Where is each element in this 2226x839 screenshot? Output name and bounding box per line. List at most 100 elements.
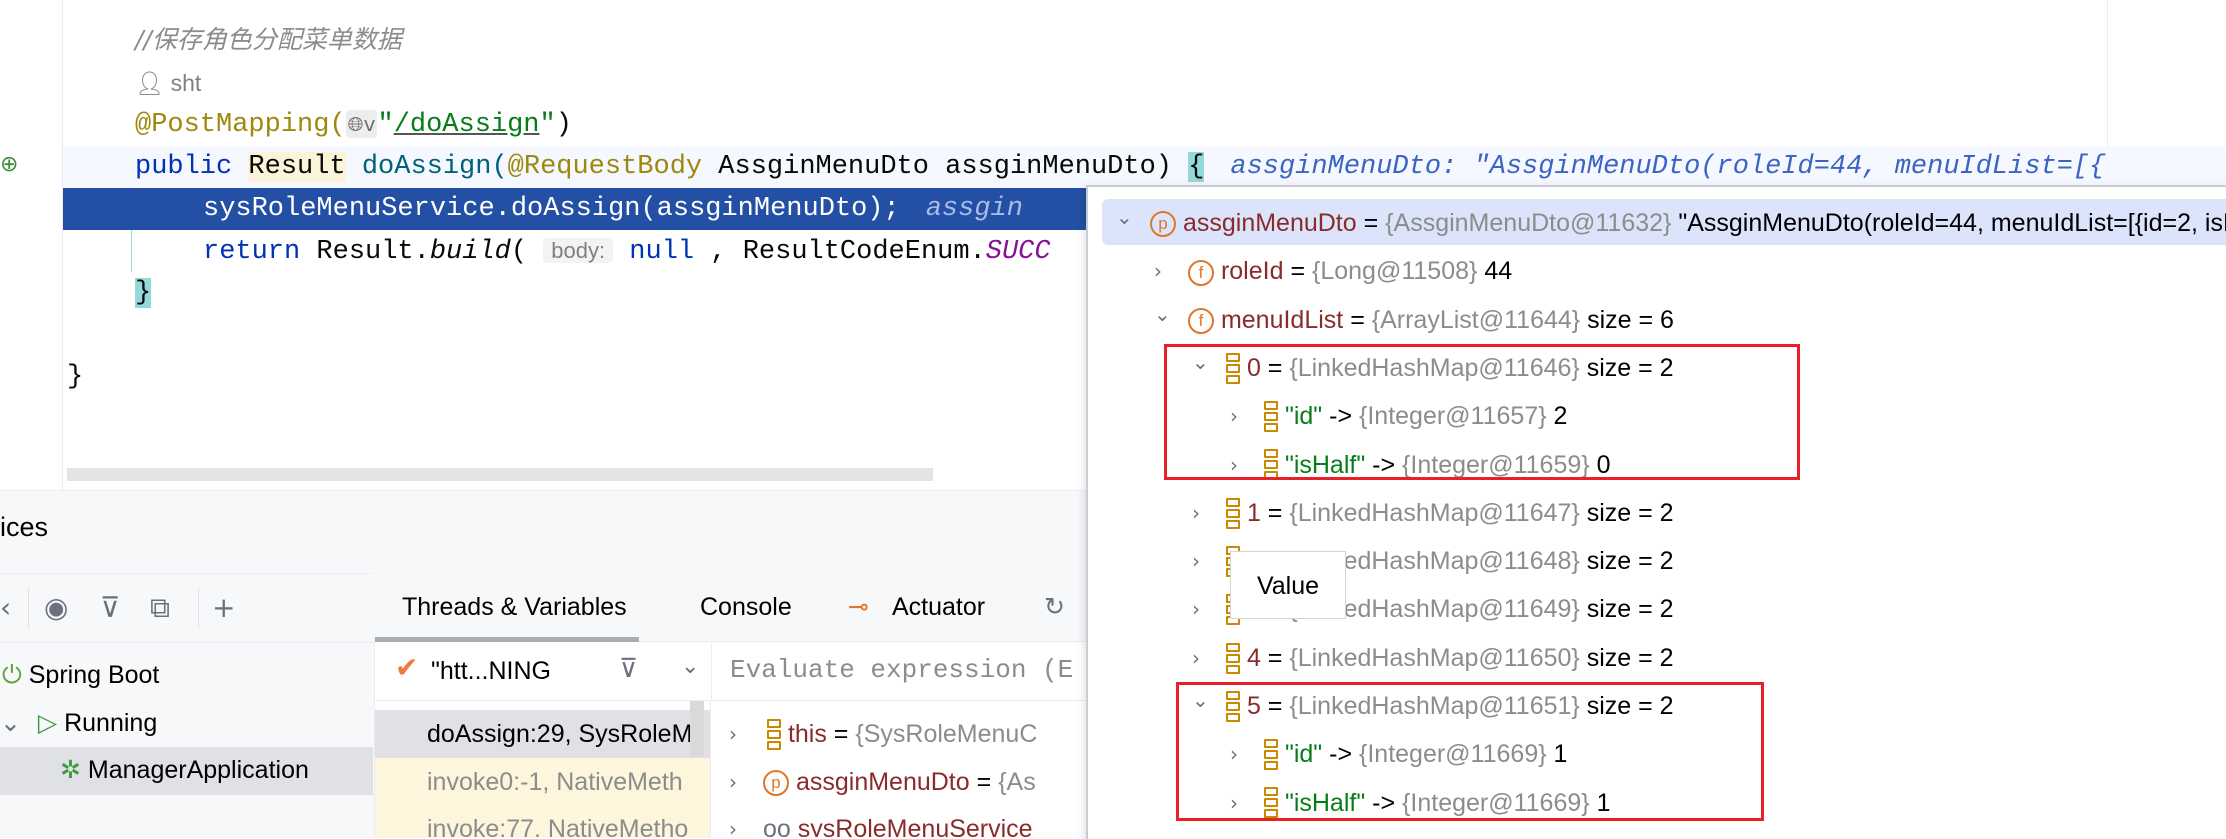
globe-icon[interactable]: 🌐︎v: [345, 109, 378, 138]
method-name: doAssign(: [361, 152, 508, 182]
chevron-down-icon[interactable]: ⌄: [1116, 193, 1133, 241]
divider: [198, 588, 199, 628]
frames-list: doAssign:29, SysRoleM invoke0:-1, Native…: [375, 701, 711, 837]
frames-scrollbar[interactable]: [690, 701, 704, 757]
variable-type: {As: [998, 768, 1036, 796]
spring-boot-icon: ⏻: [2, 661, 22, 689]
author-name[interactable]: sht: [171, 70, 202, 96]
row-content: 1 = {LinkedHashMap@11647} size = 2: [1226, 489, 1674, 537]
variable-name: 1: [1246, 498, 1261, 527]
chevron-right-icon[interactable]: ›: [1192, 489, 1200, 537]
frame-item[interactable]: doAssign:29, SysRoleM: [375, 710, 710, 758]
field-icon: f: [1188, 259, 1214, 286]
chevron-right-icon[interactable]: ›: [1192, 585, 1200, 633]
variable-type: {SysRoleMenuC: [855, 720, 1038, 748]
brace: {: [1188, 152, 1205, 182]
keyword: public: [135, 152, 233, 182]
chevron-right-icon[interactable]: ›: [729, 710, 737, 758]
tab-actuator[interactable]: Actuator: [892, 573, 985, 641]
quote: ": [377, 110, 394, 140]
services-toolbar: ‹ ◉ ⊽ ⧉ +: [0, 573, 373, 643]
thread-name: "htt...NING: [431, 657, 552, 685]
chevron-right-icon[interactable]: ›: [1192, 634, 1200, 682]
variable-type: {ArrayList@11644}: [1371, 305, 1581, 334]
variable-name: assginMenuDto: [1182, 209, 1357, 237]
add-configuration-icon[interactable]: ⧉: [150, 574, 170, 642]
code: , ResultCodeEnum.: [694, 237, 986, 267]
tree-item-spring-boot[interactable]: ⏻ Spring Boot: [0, 652, 373, 698]
post-mapping-annotation: @PostMapping(: [135, 110, 346, 140]
highlight-box-item-5: [1176, 682, 1764, 821]
add-icon[interactable]: +: [212, 574, 235, 642]
variable-tree-row[interactable]: ⌄ p assginMenuDto = {AssginMenuDto@11632}…: [1102, 199, 2226, 245]
request-body-annotation: @RequestBody: [507, 152, 703, 182]
row-content: 4 = {LinkedHashMap@11650} size = 2: [1226, 634, 1674, 682]
variable-name: 4: [1246, 643, 1261, 672]
endpoint-path-link[interactable]: /doAssign: [394, 110, 540, 140]
thread-selector[interactable]: ✔ "htt...NING ⊽ ⌄: [375, 643, 710, 701]
chevron-right-icon[interactable]: ›: [1154, 247, 1162, 295]
chevron-right-icon[interactable]: ›: [729, 805, 737, 837]
divider: [28, 588, 29, 628]
chevron-right-icon[interactable]: ›: [729, 758, 737, 806]
variable-value: "AssginMenuDto(roleId=44, menuIdList=[{i…: [1678, 209, 2226, 237]
check-icon: ✔: [395, 652, 419, 683]
horizontal-scrollbar[interactable]: [67, 468, 933, 481]
filter-icon[interactable]: ⊽: [100, 574, 121, 642]
evaluate-placeholder: Evaluate expression (E: [730, 655, 1074, 685]
tooltip: Value: [1230, 551, 1346, 619]
variable-name: sysRoleMenuService: [797, 815, 1033, 837]
tab-threads-variables[interactable]: Threads & Variables: [402, 573, 627, 641]
debugger-tabs: Threads & Variables Console ⊸ Actuator ↻: [374, 573, 1086, 642]
active-tab-underline: [375, 637, 639, 642]
map-entry-icon: [1226, 497, 1240, 531]
services-tree: ⏻ Spring Boot ⌄ ▷ Running ✲ ManagerAppli…: [0, 643, 373, 837]
brace: }: [67, 362, 84, 392]
paren: (: [510, 237, 544, 267]
parameter-hint: body:: [543, 238, 614, 263]
variable-tree-row[interactable]: › f roleId = {Long@11508} 44: [1088, 247, 2226, 295]
tree-item-label: Running: [64, 709, 158, 737]
actuator-icon: ⊸: [848, 592, 869, 621]
code-line-author: 👤︎ sht: [63, 62, 2226, 104]
chevron-down-icon[interactable]: ⌄: [1154, 290, 1171, 338]
variable-tree-row[interactable]: › 4 = {LinkedHashMap@11650} size = 2: [1088, 634, 2226, 682]
evaluate-expression-input[interactable]: Evaluate expression (E: [711, 643, 1087, 701]
eye-icon[interactable]: ◉: [44, 574, 68, 642]
variable-tree-row[interactable]: › 1 = {LinkedHashMap@11647} size = 2: [1088, 489, 2226, 537]
chevron-right-icon[interactable]: ›: [1192, 537, 1200, 585]
tree-item-manager-application[interactable]: ✲ ManagerApplication: [0, 747, 373, 795]
variable-name: assginMenuDto: [795, 768, 970, 796]
chevron-down-icon[interactable]: ⌄: [681, 653, 699, 679]
tab-console[interactable]: Console: [700, 573, 792, 641]
variable-type: {AssginMenuDto@11632}: [1385, 209, 1672, 237]
row-content: p assginMenuDto = {AssginMenuDto@11632} …: [1150, 199, 2226, 247]
rerun-icon[interactable]: ↻: [1044, 573, 1065, 641]
variable-type: {Long@11508}: [1312, 257, 1478, 286]
variable-tree-row[interactable]: ⌄ f menuIdList = {ArrayList@11644} size =…: [1088, 296, 2226, 344]
filter-icon[interactable]: ⊽: [619, 653, 638, 684]
keyword: null: [613, 237, 695, 267]
variable-value: size = 6: [1587, 305, 1674, 334]
run-icon: ▷: [37, 709, 58, 737]
variable-value: 44: [1484, 257, 1513, 286]
inline-debug-value: assgin: [925, 194, 1023, 224]
endpoint-gutter-icon[interactable]: ⊕: [0, 152, 22, 178]
parameters: AssginMenuDto assginMenuDto): [702, 152, 1189, 182]
tree-item-label: Spring Boot: [28, 661, 160, 689]
watch-icon: oo: [763, 815, 791, 837]
parameter-icon: p: [1150, 211, 1176, 238]
keyword: return: [203, 237, 301, 267]
frame-item[interactable]: invoke:77, NativeMetho: [375, 805, 710, 837]
quote: ": [539, 110, 556, 140]
chevron-down-icon[interactable]: ⌄: [0, 709, 21, 737]
variable-value: size = 2: [1586, 595, 1674, 624]
code-line-annotation: @PostMapping(🌐︎v"/doAssign"): [63, 104, 2226, 146]
code-line-comment: //保存角色分配菜单数据: [63, 19, 2226, 61]
field-icon: f: [1188, 307, 1214, 334]
collapse-icon[interactable]: ‹: [0, 574, 11, 642]
parameter-icon: p: [763, 770, 789, 797]
inline-debug-value: assginMenuDto: "AssginMenuDto(roleId=44,…: [1230, 152, 2106, 182]
map-entry-icon: [1226, 642, 1240, 676]
tree-item-running[interactable]: ⌄ ▷ Running: [0, 700, 373, 746]
